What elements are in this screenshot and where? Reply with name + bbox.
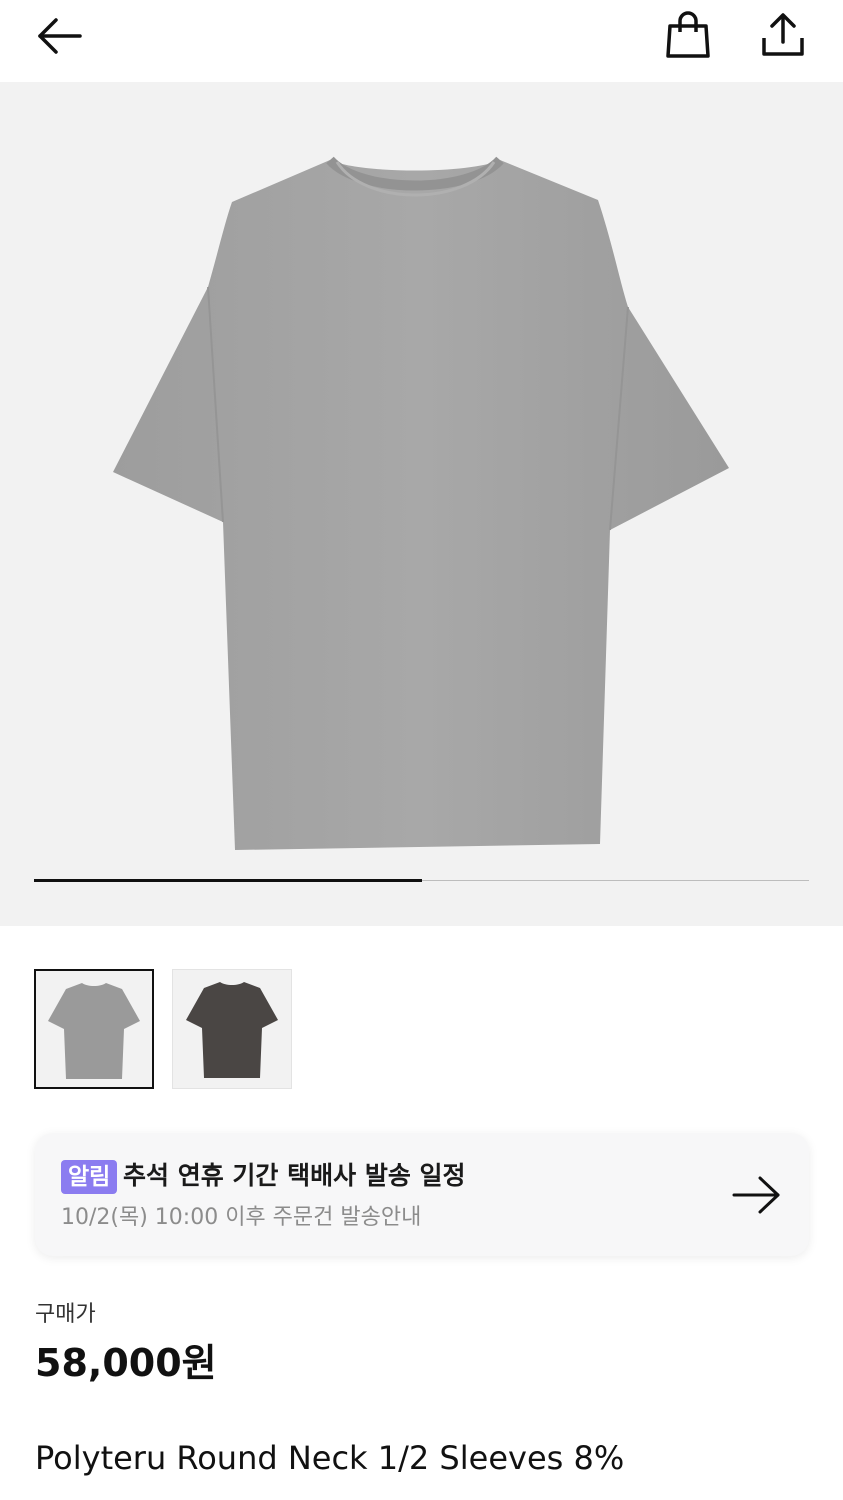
notice-title: 추석 연휴 기간 택배사 발송 일정 <box>123 1161 466 1190</box>
arrow-right-icon <box>732 1176 780 1214</box>
carousel-progress-indicator <box>34 879 422 882</box>
price-label: 구매가 <box>35 1302 96 1327</box>
thumbnail-image <box>186 982 278 1078</box>
notice-banner[interactable]: 알림 추석 연휴 기간 택배사 발송 일정 10/2(목) 10:00 이후 주… <box>35 1133 809 1256</box>
shopping-bag-icon <box>666 11 710 58</box>
thumbnail-grey[interactable] <box>34 969 154 1089</box>
product-image <box>113 156 729 850</box>
notice-subtitle: 10/2(목) 10:00 이후 주문건 발송안내 <box>61 1205 422 1230</box>
product-image-carousel[interactable] <box>0 82 843 926</box>
share-icon <box>762 13 804 56</box>
thumbnail-charcoal[interactable] <box>172 969 292 1089</box>
product-name: Polyteru Round Neck 1/2 Sleeves 8% <box>35 1439 625 1477</box>
back-button[interactable] <box>34 14 86 62</box>
thumbnail-image <box>48 983 140 1079</box>
price-value: 58,000원 <box>35 1341 217 1385</box>
arrow-left-icon <box>38 18 82 54</box>
notice-badge: 알림 <box>61 1160 118 1194</box>
cart-button[interactable] <box>664 10 712 64</box>
top-bar <box>0 0 843 82</box>
share-button[interactable] <box>758 10 808 64</box>
